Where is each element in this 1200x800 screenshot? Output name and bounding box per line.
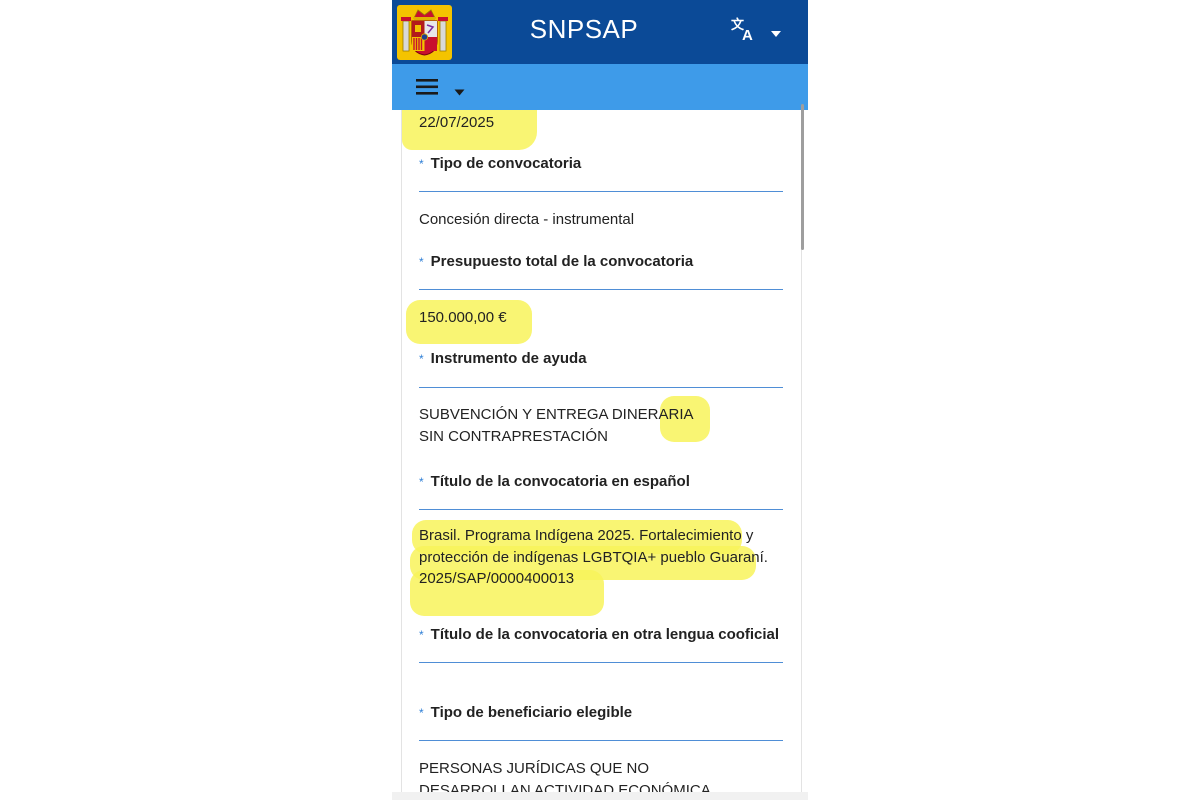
caret-down-icon (454, 83, 465, 101)
required-marker: * (419, 157, 424, 171)
required-marker: * (419, 475, 424, 489)
mobile-screen: SNPSAP 文 A 22/07/2025 * Tipo de convocat… (392, 0, 808, 800)
titulo-espanol-label: * Título de la convocatoria en español (419, 473, 690, 490)
toolbar (392, 64, 808, 110)
field-underline (419, 191, 783, 192)
required-marker: * (419, 255, 424, 269)
app-header: SNPSAP 文 A (392, 0, 808, 64)
field-underline (419, 509, 783, 510)
form-content: 22/07/2025 * Tipo de convocatoria Concesi… (401, 110, 802, 792)
titulo-espanol-value: Brasil. Programa Indígena 2025. Fortalec… (419, 527, 768, 587)
scrollbar[interactable] (801, 104, 804, 250)
translate-icon: 文 A (730, 14, 758, 47)
svg-text:A: A (742, 27, 753, 42)
required-marker: * (419, 706, 424, 720)
tipo-convocatoria-label: * Tipo de convocatoria (419, 155, 582, 172)
date-value: 22/07/2025 (419, 114, 495, 131)
beneficiario-label: * Tipo de beneficiario elegible (419, 704, 633, 721)
presupuesto-value: 150.000,00 € (419, 309, 507, 326)
tipo-convocatoria-value: Concesión directa - instrumental (419, 211, 635, 228)
required-marker: * (419, 628, 424, 642)
language-selector[interactable]: 文 A (730, 14, 790, 48)
beneficiario-value: PERSONAS JURÍDICAS QUE NO DESARROLLAN AC… (419, 760, 711, 792)
app-title: SNPSAP (529, 14, 639, 44)
required-marker: * (419, 352, 424, 366)
bottom-edge (392, 792, 808, 800)
menu-button[interactable] (414, 74, 474, 102)
hamburger-menu-icon (416, 78, 438, 101)
instrumento-value: SUBVENCIÓN Y ENTREGA DINERARIA SIN CONTR… (419, 406, 693, 445)
field-underline (419, 289, 783, 290)
field-underline (419, 387, 783, 388)
field-underline (419, 740, 783, 741)
presupuesto-label: * Presupuesto total de la convocatoria (419, 253, 694, 270)
instrumento-label: * Instrumento de ayuda (419, 350, 587, 367)
titulo-cooficial-label: * Título de la convocatoria en otra lengu… (419, 626, 780, 643)
caret-down-icon (770, 25, 782, 43)
field-underline (419, 662, 783, 663)
